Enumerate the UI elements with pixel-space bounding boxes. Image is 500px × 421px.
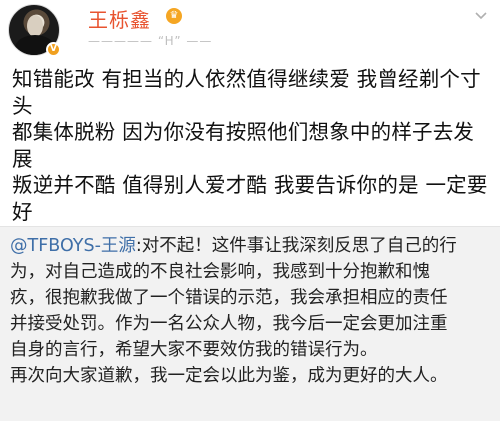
retweet-box[interactable]: @TFBOYS-王源:对不起！这件事让我深刻反思了自己的行 为，对自己造成的不良… <box>0 226 500 421</box>
mention-link[interactable]: @TFBOYS-王源 <box>10 236 136 256</box>
chevron-down-icon[interactable] <box>472 6 490 24</box>
retweet-text: @TFBOYS-王源:对不起！这件事让我深刻反思了自己的行 为，对自己造成的不良… <box>10 233 494 389</box>
retweet-body: :对不起！这件事让我深刻反思了自己的行 为，对自己造成的不良社会影响，我感到十分… <box>10 236 457 386</box>
post-header: V 王栎鑫 ♛ ————— “H” —— <box>0 0 500 60</box>
post-meta: ————— “H” —— <box>88 34 213 48</box>
verified-badge-icon: V <box>46 42 61 57</box>
avatar-face <box>27 15 43 37</box>
vip-crown-icon: ♛ <box>166 8 182 24</box>
username[interactable]: 王栎鑫 <box>88 4 151 33</box>
